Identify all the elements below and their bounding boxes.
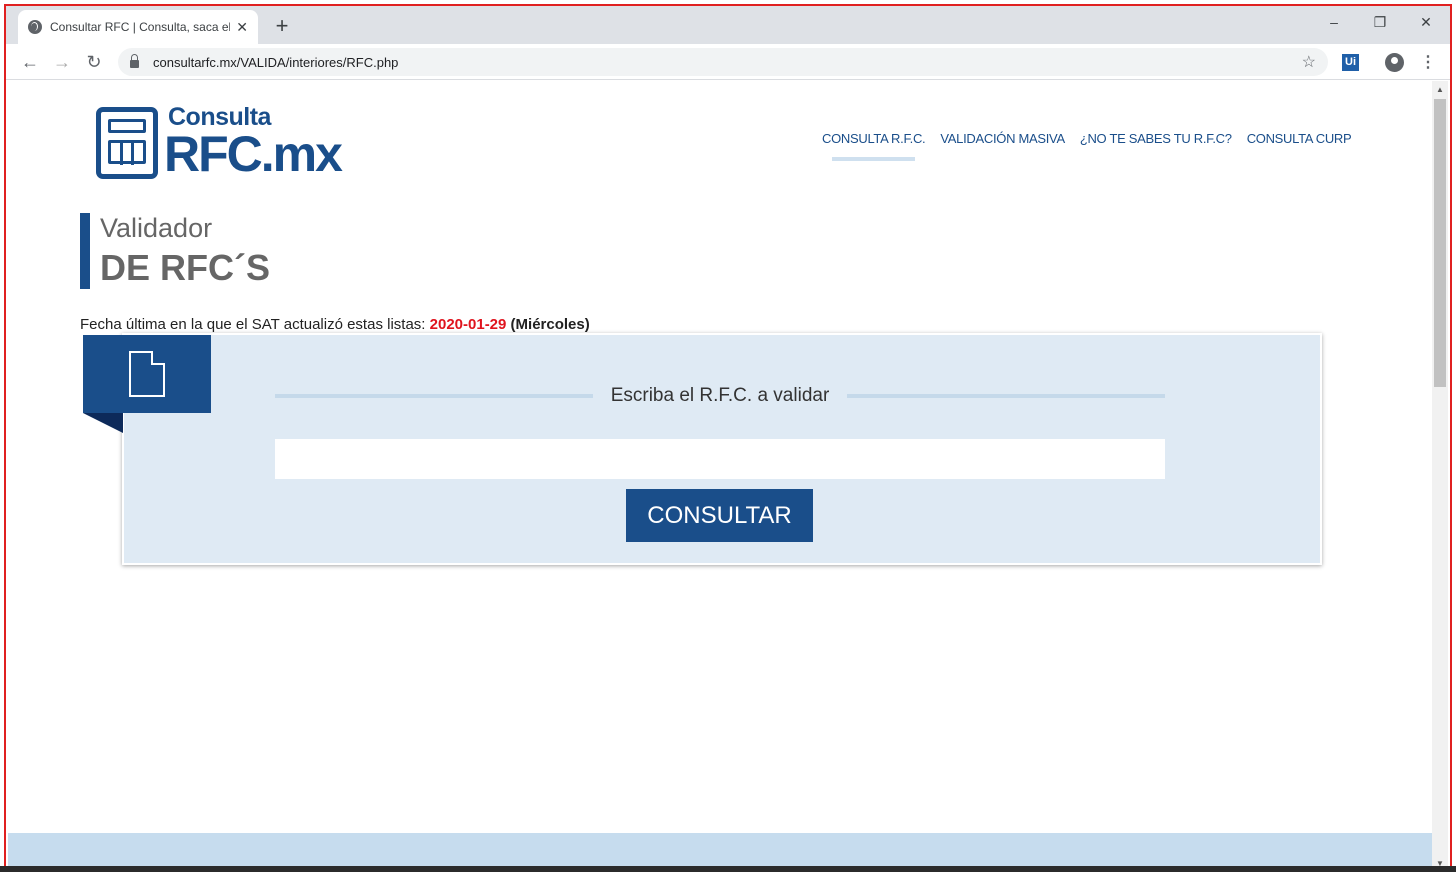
logo-text-main: RFC.mx: [164, 126, 343, 182]
scroll-thumb[interactable]: [1434, 99, 1446, 387]
update-date-line: Fecha última en la que el SAT actualizó …: [80, 316, 590, 333]
forward-button[interactable]: →: [50, 50, 74, 74]
tab-title: Consultar RFC | Consulta, saca el RFC: [50, 20, 230, 34]
page-heading-line2: DE RFC´S: [100, 247, 270, 288]
vertical-scrollbar[interactable]: ▲ ▼: [1432, 81, 1448, 870]
browser-menu-icon[interactable]: ⋮: [1420, 52, 1436, 72]
tab-strip: Consultar RFC | Consulta, saca el RFC ✕ …: [6, 6, 1450, 44]
profile-icon[interactable]: [1385, 53, 1404, 72]
minimize-button[interactable]: –: [1322, 14, 1346, 30]
update-date: 2020-01-29: [429, 316, 507, 333]
lock-icon: [130, 54, 139, 68]
globe-icon: [28, 20, 42, 34]
rfc-input-label: Escriba el R.F.C. a validar: [610, 385, 830, 406]
nav-consulta-rfc[interactable]: CONSULTA R.F.C.: [822, 131, 926, 161]
uipath-extension-icon[interactable]: Ui: [1342, 54, 1359, 71]
rfc-input[interactable]: [275, 439, 1165, 479]
update-weekday: (Miércoles): [510, 316, 590, 333]
reload-button[interactable]: ↻: [82, 50, 106, 74]
close-window-button[interactable]: ✕: [1414, 14, 1438, 31]
browser-tab[interactable]: Consultar RFC | Consulta, saca el RFC ✕: [18, 10, 258, 44]
nav-no-sabes-rfc[interactable]: ¿NO TE SABES TU R.F.C?: [1080, 131, 1232, 146]
page-heading-line1: Validador: [100, 213, 213, 243]
site-logo[interactable]: Consulta RFC.mx: [94, 101, 354, 182]
document-icon: [129, 351, 165, 397]
nav-validacion-masiva[interactable]: VALIDACIÓN MASIVA: [940, 131, 1065, 146]
badge-fold: [83, 413, 123, 433]
update-date-prefix: Fecha última en la que el SAT actualizó …: [80, 316, 426, 333]
restore-button[interactable]: ❐: [1368, 14, 1392, 31]
taskbar-edge: [0, 866, 1456, 872]
calculator-icon: [96, 107, 158, 179]
tab-close-icon[interactable]: ✕: [236, 19, 248, 36]
scroll-up-arrow-icon[interactable]: ▲: [1436, 85, 1444, 94]
label-rule-left: [275, 394, 593, 398]
browser-toolbar: ← → ↻ consultarfc.mx/VALIDA/interiores/R…: [6, 44, 1450, 80]
new-tab-button[interactable]: +: [268, 12, 296, 40]
nav-consulta-curp[interactable]: CONSULTA CURP: [1247, 131, 1352, 146]
address-bar[interactable]: consultarfc.mx/VALIDA/interiores/RFC.php…: [118, 48, 1328, 76]
page-viewport: Consulta RFC.mx CONSULTA R.F.C. VALIDACI…: [6, 81, 1432, 870]
panel-badge: [83, 335, 211, 413]
main-nav: CONSULTA R.F.C. VALIDACIÓN MASIVA ¿NO TE…: [822, 131, 1352, 161]
heading-accent-bar: [80, 213, 90, 289]
bookmark-star-icon[interactable]: ☆: [1302, 52, 1316, 72]
back-button[interactable]: ←: [18, 50, 42, 74]
consultar-button[interactable]: CONSULTAR: [626, 489, 813, 542]
label-rule-right: [847, 394, 1165, 398]
browser-window: Consultar RFC | Consulta, saca el RFC ✕ …: [4, 4, 1452, 872]
url-text: consultarfc.mx/VALIDA/interiores/RFC.php: [153, 54, 399, 70]
